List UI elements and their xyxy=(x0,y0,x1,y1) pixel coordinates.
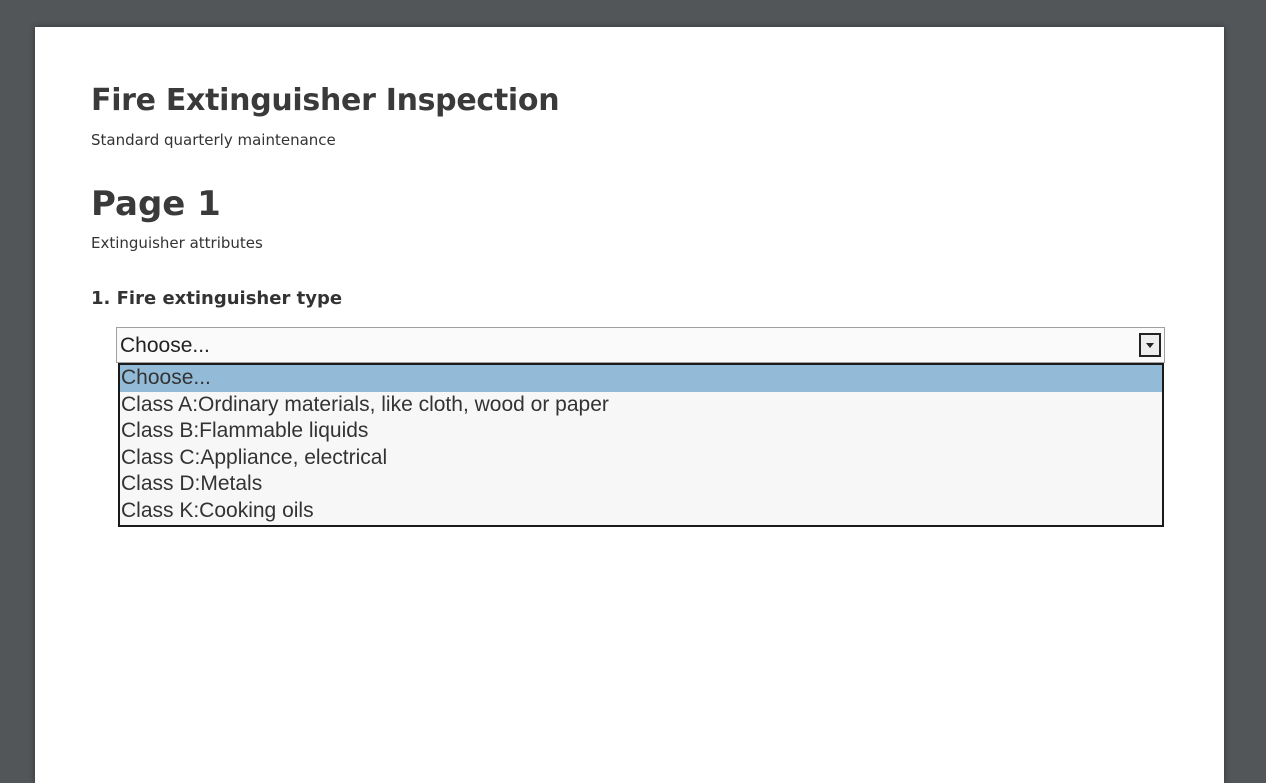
form-subtitle: Standard quarterly maintenance xyxy=(91,131,336,149)
extinguisher-type-select[interactable]: Choose... xyxy=(116,327,1165,363)
extinguisher-type-dropdown[interactable]: Choose... Class A:Ordinary materials, li… xyxy=(118,363,1164,527)
dropdown-option-choose[interactable]: Choose... xyxy=(120,365,1162,392)
chevron-down-icon[interactable] xyxy=(1139,333,1161,357)
form-page: Fire Extinguisher Inspection Standard qu… xyxy=(35,27,1224,783)
dropdown-option-class-c[interactable]: Class C:Appliance, electrical xyxy=(120,445,1162,472)
question-label: 1. Fire extinguisher type xyxy=(91,288,343,309)
page-heading: Page 1 xyxy=(91,184,221,224)
form-title: Fire Extinguisher Inspection xyxy=(91,83,560,118)
dropdown-option-class-k[interactable]: Class K:Cooking oils xyxy=(120,498,1162,525)
page-subtitle: Extinguisher attributes xyxy=(91,234,263,252)
dropdown-option-class-a[interactable]: Class A:Ordinary materials, like cloth, … xyxy=(120,392,1162,419)
select-current-value: Choose... xyxy=(120,334,210,357)
dropdown-option-class-d[interactable]: Class D:Metals xyxy=(120,471,1162,498)
dropdown-option-class-b[interactable]: Class B:Flammable liquids xyxy=(120,418,1162,445)
